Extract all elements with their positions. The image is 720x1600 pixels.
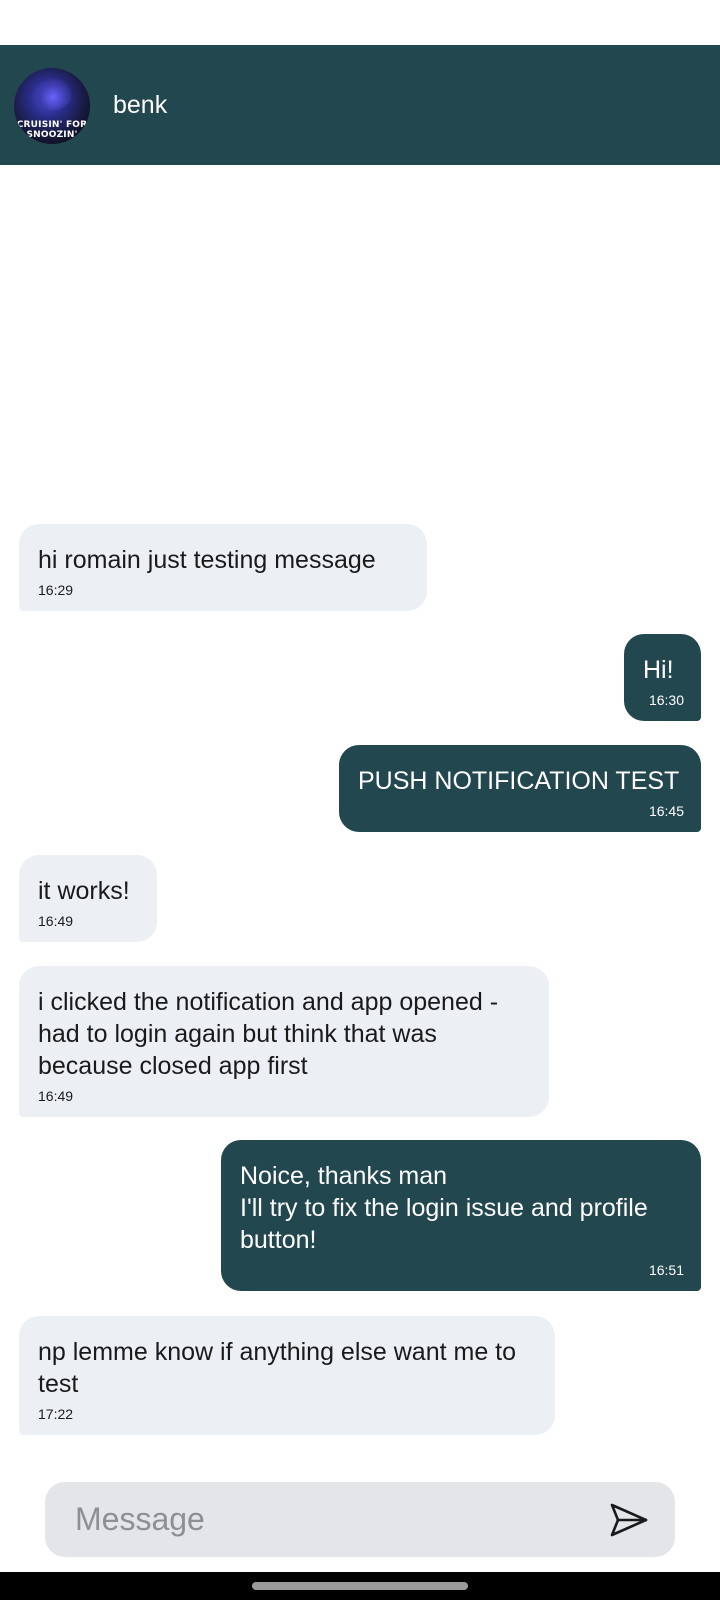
message-text: i clicked the notification and app opene… (38, 988, 499, 1080)
message-time: 16:29 (38, 582, 74, 598)
message-time: 16:51 (648, 1262, 684, 1278)
message-bubble-outgoing[interactable]: PUSH NOTIFICATION TEST 16:45 (339, 745, 701, 832)
chat-screen: CRUISIN' FOR SNOOZIN' benk hi romain jus… (0, 0, 720, 1600)
message-bubble-incoming[interactable]: i clicked the notification and app opene… (19, 966, 549, 1117)
send-icon (610, 1503, 648, 1537)
message-time: 16:49 (38, 1088, 74, 1104)
message-time: 17:22 (38, 1406, 74, 1422)
message-bubble-outgoing[interactable]: Hi! 16:30 (624, 634, 701, 721)
message-time: 16:30 (648, 692, 684, 708)
system-nav-bar (0, 1572, 720, 1600)
message-text: Noice, thanks man I'll try to fix the lo… (240, 1162, 648, 1254)
avatar-caption: CRUISIN' FOR SNOOZIN' (16, 120, 88, 140)
avatar[interactable]: CRUISIN' FOR SNOOZIN' (14, 68, 90, 144)
message-text: hi romain just testing message (38, 546, 376, 574)
home-indicator[interactable] (252, 1582, 468, 1590)
message-bubble-incoming[interactable]: it works! 16:49 (19, 855, 157, 942)
message-text: Hi! (643, 656, 674, 684)
chat-header: CRUISIN' FOR SNOOZIN' benk (0, 45, 720, 165)
message-text: np lemme know if anything else want me t… (38, 1338, 517, 1398)
status-bar (0, 0, 720, 45)
message-bubble-incoming[interactable]: hi romain just testing message 16:29 (19, 524, 427, 611)
avatar-bird-image (34, 78, 72, 110)
message-text: it works! (38, 877, 130, 905)
message-input[interactable] (75, 1482, 575, 1557)
message-time: 16:45 (648, 803, 684, 819)
message-bubble-outgoing[interactable]: Noice, thanks man I'll try to fix the lo… (221, 1140, 701, 1291)
send-button[interactable] (608, 1499, 650, 1541)
message-composer (45, 1482, 675, 1557)
message-text: PUSH NOTIFICATION TEST (358, 767, 680, 795)
contact-name[interactable]: benk (113, 89, 167, 121)
message-time: 16:49 (38, 913, 74, 929)
message-bubble-incoming[interactable]: np lemme know if anything else want me t… (19, 1316, 555, 1435)
